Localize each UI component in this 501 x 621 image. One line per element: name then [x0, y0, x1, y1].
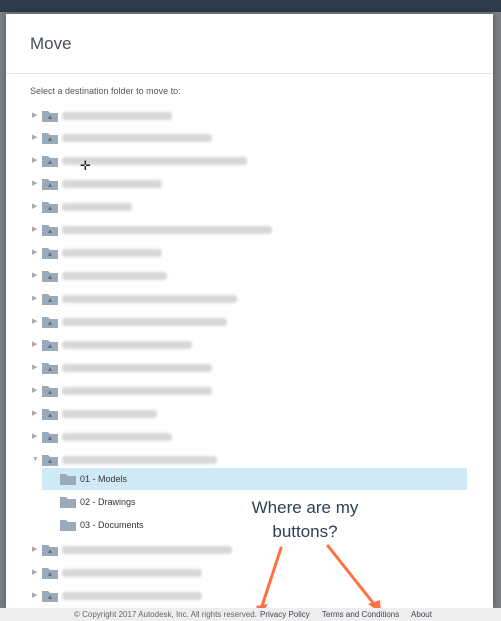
project-folder-icon — [42, 294, 58, 305]
redacted-label — [62, 134, 212, 142]
caret-right-icon[interactable]: ▶ — [32, 111, 40, 121]
project-folder-icon — [42, 202, 58, 213]
redacted-label — [62, 249, 162, 257]
project-folder-icon — [42, 317, 58, 328]
caret-right-icon[interactable]: ▶ — [32, 363, 40, 373]
footer-copyright: © Copyright 2017 Autodesk, Inc. All righ… — [74, 610, 257, 619]
tree-row-expanded[interactable]: ▼ — [6, 450, 493, 470]
redacted-label — [62, 180, 162, 188]
tree-child-label: 01 - Models — [80, 474, 128, 484]
project-folder-icon — [42, 179, 58, 190]
redacted-label — [62, 318, 227, 326]
terms-link[interactable]: Terms and Conditions — [322, 610, 399, 619]
caret-right-icon[interactable]: ▶ — [32, 133, 40, 143]
tree-row[interactable]: ▶ — [6, 358, 493, 378]
tree-row[interactable]: ▶ — [6, 174, 493, 194]
tree-child-label: 03 - Documents — [80, 520, 144, 530]
project-folder-icon — [42, 455, 58, 466]
tree-row[interactable]: ▶ — [6, 312, 493, 332]
project-folder-icon — [42, 271, 58, 282]
redacted-label — [62, 341, 192, 349]
project-folder-icon — [42, 225, 58, 236]
project-folder-icon — [42, 568, 58, 579]
project-folder-icon — [42, 133, 58, 144]
caret-right-icon[interactable]: ▶ — [32, 225, 40, 235]
privacy-link[interactable]: Privacy Policy — [260, 610, 310, 619]
redacted-label — [62, 433, 172, 441]
folder-icon — [60, 520, 76, 531]
redacted-label — [62, 272, 167, 280]
caret-right-icon[interactable]: ▶ — [32, 271, 40, 281]
caret-right-icon[interactable]: ▶ — [32, 179, 40, 189]
project-folder-icon — [42, 111, 58, 122]
redacted-label — [62, 387, 212, 395]
tree-row[interactable]: ▶ — [6, 243, 493, 263]
caret-right-icon[interactable]: ▶ — [32, 568, 40, 578]
caret-right-icon[interactable]: ▶ — [32, 545, 40, 555]
project-folder-icon — [42, 340, 58, 351]
annotation-callout: Where are my buttons? — [240, 496, 370, 544]
annotation-line2: buttons? — [272, 522, 338, 541]
caret-right-icon[interactable]: ▶ — [32, 340, 40, 350]
project-folder-icon — [42, 591, 58, 602]
project-folder-icon — [42, 432, 58, 443]
tree-child-models[interactable]: 01 - Models — [42, 468, 467, 490]
redacted-label — [62, 364, 212, 372]
caret-right-icon[interactable]: ▶ — [32, 432, 40, 442]
project-folder-icon — [42, 156, 58, 167]
tree-row[interactable]: ▶ — [6, 427, 493, 447]
caret-down-icon[interactable]: ▼ — [32, 455, 40, 465]
project-folder-icon — [42, 248, 58, 259]
caret-right-icon[interactable]: ▶ — [32, 317, 40, 327]
redacted-label — [62, 295, 237, 303]
project-folder-icon — [42, 409, 58, 420]
about-link[interactable]: About — [411, 610, 432, 619]
tree-row[interactable]: ▶ — [6, 128, 493, 148]
caret-right-icon[interactable]: ▶ — [32, 202, 40, 212]
project-folder-icon — [42, 545, 58, 556]
annotation-line1: Where are my — [251, 498, 359, 517]
dialog-title: Move — [30, 34, 72, 53]
redacted-label — [62, 112, 172, 120]
tree-row[interactable]: ▶ — [6, 404, 493, 424]
redacted-label — [62, 592, 202, 600]
caret-right-icon[interactable]: ▶ — [32, 248, 40, 258]
footer-links: Privacy Policy Terms and Conditions Abou… — [260, 608, 442, 621]
tree-row[interactable]: ▶ — [6, 220, 493, 240]
folder-icon — [60, 497, 76, 508]
caret-right-icon[interactable]: ▶ — [32, 409, 40, 419]
tree-row[interactable]: ▶ — [6, 106, 493, 126]
dialog-divider — [6, 73, 493, 74]
redacted-label — [62, 569, 202, 577]
redacted-label — [62, 546, 232, 554]
caret-right-icon[interactable]: ▶ — [32, 294, 40, 304]
tree-row[interactable]: ▶ — [6, 335, 493, 355]
caret-right-icon[interactable]: ▶ — [32, 591, 40, 601]
redacted-label — [62, 226, 272, 234]
page-footer: © Copyright 2017 Autodesk, Inc. All righ… — [0, 608, 501, 621]
redacted-label — [62, 410, 157, 418]
tree-child-label: 02 - Drawings — [80, 497, 136, 507]
tree-row[interactable]: ▶ — [6, 381, 493, 401]
tree-row[interactable]: ▶ — [6, 289, 493, 309]
tree-row[interactable]: ▶ — [6, 563, 493, 583]
tree-row[interactable]: ▶ — [6, 586, 493, 606]
project-folder-icon — [42, 363, 58, 374]
folder-icon — [60, 474, 76, 485]
move-cursor-icon: ✛ — [80, 158, 91, 173]
caret-right-icon[interactable]: ▶ — [32, 386, 40, 396]
caret-right-icon[interactable]: ▶ — [32, 156, 40, 166]
tree-row[interactable]: ▶ — [6, 266, 493, 286]
app-header-strip — [0, 0, 501, 12]
dialog-subtitle: Select a destination folder to move to: — [30, 86, 181, 96]
project-folder-icon — [42, 386, 58, 397]
redacted-label — [62, 203, 132, 211]
redacted-label — [62, 456, 217, 464]
tree-row[interactable]: ▶ — [6, 197, 493, 217]
